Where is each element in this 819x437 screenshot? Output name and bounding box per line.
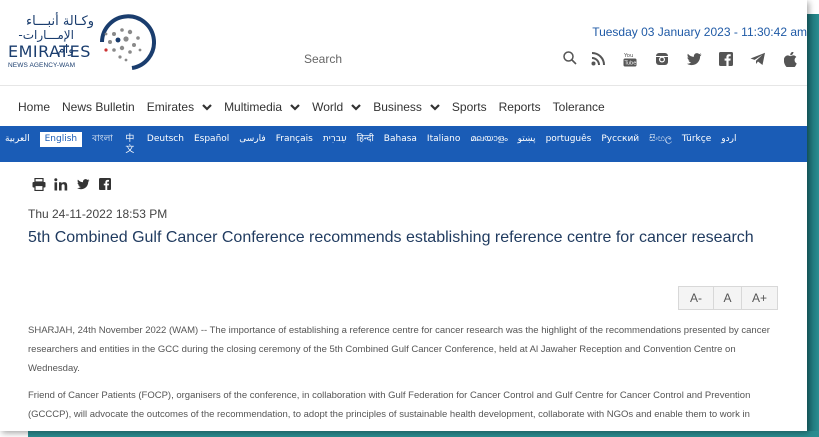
svg-text:You: You bbox=[623, 53, 633, 59]
language-link[interactable]: Deutsch bbox=[147, 134, 184, 145]
telegram-icon[interactable] bbox=[742, 47, 774, 71]
nav-item-label: World bbox=[312, 100, 344, 114]
nav-item-emirates[interactable]: Emirates bbox=[147, 100, 212, 114]
nav-item-label: Multimedia bbox=[224, 100, 283, 114]
facebook-icon[interactable] bbox=[710, 47, 742, 71]
language-link[interactable]: Русский bbox=[601, 134, 639, 145]
search-box bbox=[296, 47, 580, 71]
nav-item-sports[interactable]: Sports bbox=[452, 100, 487, 114]
language-link[interactable]: Bahasa bbox=[384, 134, 417, 145]
share-toolbar bbox=[32, 177, 112, 191]
nav-item-label: Business bbox=[373, 100, 422, 114]
language-link[interactable]: മലയാളം bbox=[470, 134, 507, 145]
linkedin-icon[interactable] bbox=[54, 177, 68, 191]
header-datetime: Tuesday 03 January 2023 - 11:30:42 am bbox=[592, 25, 807, 39]
apple-icon[interactable] bbox=[774, 47, 806, 71]
language-link[interactable]: English bbox=[39, 132, 83, 147]
nav-item-home[interactable]: Home bbox=[18, 100, 50, 114]
article-paragraph-2: Friend of Cancer Patients (FOCP), organi… bbox=[28, 390, 751, 420]
nav-item-business[interactable]: Business bbox=[373, 100, 440, 114]
nav-item-label: Home bbox=[18, 100, 51, 114]
print-icon[interactable] bbox=[32, 177, 46, 191]
font-reset-button[interactable]: A bbox=[714, 286, 742, 310]
wam-logo[interactable]: وكـالة أنبـــاء الإمـــارات-وام EMIRATES… bbox=[6, 12, 156, 74]
font-increase-button[interactable]: A+ bbox=[742, 286, 778, 310]
youtube-icon[interactable]: You Tube bbox=[614, 47, 646, 71]
nav-item-label: Tolerance bbox=[552, 100, 605, 114]
nav-item-news-bulletin[interactable]: News Bulletin bbox=[62, 100, 135, 114]
nav-item-multimedia[interactable]: Multimedia bbox=[224, 100, 300, 114]
svg-text:Tube: Tube bbox=[624, 61, 637, 67]
article-paragraph-1: SHARJAH, 24th November 2022 (WAM) -- The… bbox=[28, 325, 770, 374]
instagram-icon[interactable] bbox=[646, 47, 678, 71]
chevron-down-icon bbox=[290, 103, 300, 111]
logo-english: EMIRATES bbox=[8, 42, 91, 61]
logo-subline: NEWS AGENCY-WAM bbox=[8, 62, 76, 69]
facebook-share-icon[interactable] bbox=[98, 177, 112, 191]
article-title: 5th Combined Gulf Cancer Conference reco… bbox=[28, 229, 754, 246]
font-decrease-button[interactable]: A- bbox=[678, 286, 714, 310]
language-link[interactable]: العربية bbox=[5, 134, 30, 145]
nav-item-reports[interactable]: Reports bbox=[499, 100, 541, 114]
language-link[interactable]: বাংলা bbox=[92, 134, 113, 145]
search-input[interactable] bbox=[296, 47, 580, 71]
twitter-share-icon[interactable] bbox=[76, 177, 90, 191]
chevron-down-icon bbox=[430, 103, 440, 111]
language-link[interactable]: עִברִית bbox=[323, 134, 347, 145]
backdrop-bottom bbox=[28, 431, 819, 437]
nav-item-tolerance[interactable]: Tolerance bbox=[553, 100, 605, 114]
language-link[interactable]: සිංහල bbox=[649, 134, 672, 145]
language-link[interactable]: فارسی bbox=[239, 134, 265, 145]
language-link[interactable]: 中文 bbox=[123, 134, 137, 156]
nav-item-label: Reports bbox=[498, 100, 541, 114]
font-size-controls: A- A A+ bbox=[678, 286, 778, 310]
language-link[interactable]: हिन्दी bbox=[357, 134, 374, 145]
chevron-down-icon bbox=[351, 103, 361, 111]
logo-arabic-line1: وكـالة أنبـــاء bbox=[26, 14, 94, 29]
twitter-icon[interactable] bbox=[678, 47, 710, 71]
chevron-down-icon bbox=[202, 103, 212, 111]
language-link[interactable]: português bbox=[546, 134, 592, 145]
site-header: وكـالة أنبـــاء الإمـــارات-وام EMIRATES… bbox=[0, 0, 807, 86]
language-link[interactable]: Español bbox=[194, 134, 229, 145]
page: وكـالة أنبـــاء الإمـــارات-وام EMIRATES… bbox=[0, 0, 807, 431]
nav-item-label: News Bulletin bbox=[62, 100, 135, 114]
main-nav: Home News Bulletin Emirates Multimedia World… bbox=[0, 92, 807, 122]
globe-logo-icon bbox=[100, 14, 156, 70]
language-bar: العربية English বাংলা 中文 Deutsch Español فارسی… bbox=[0, 126, 807, 162]
nav-item-world[interactable]: World bbox=[312, 100, 361, 114]
language-link[interactable]: اردو bbox=[721, 134, 736, 145]
article-date: Thu 24-11-2022 18:53 PM bbox=[28, 207, 168, 221]
language-link[interactable]: Italiano bbox=[427, 134, 460, 145]
nav-item-label: Sports bbox=[451, 100, 487, 114]
nav-item-label: Emirates bbox=[146, 100, 195, 114]
language-link[interactable]: Français bbox=[276, 134, 313, 145]
social-links: You Tube bbox=[582, 47, 806, 71]
search-icon[interactable] bbox=[562, 50, 578, 66]
language-link[interactable]: پښتو bbox=[518, 134, 536, 145]
rss-icon[interactable] bbox=[582, 47, 614, 71]
backdrop-right bbox=[807, 14, 819, 437]
language-link[interactable]: Türkçe bbox=[682, 134, 711, 145]
